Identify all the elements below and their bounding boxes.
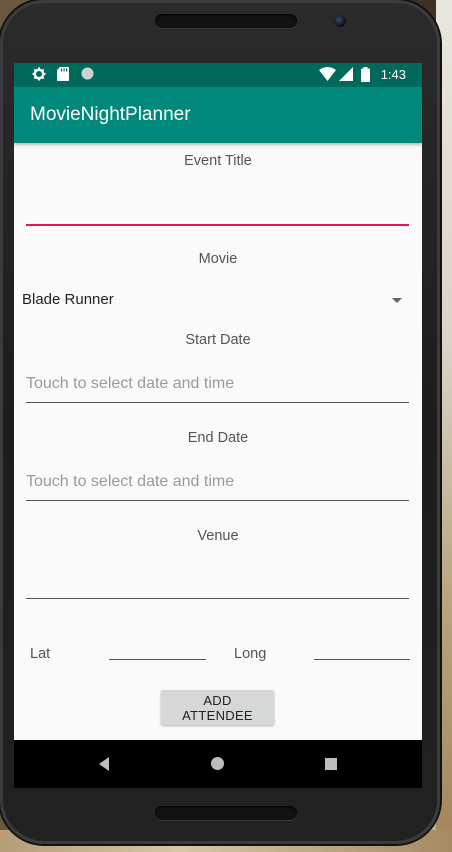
recents-icon[interactable] (325, 758, 337, 770)
lat-label: Lat (30, 646, 51, 662)
venue-input[interactable] (26, 562, 409, 599)
dropdown-arrow-icon (392, 298, 402, 303)
phone-frame: 1:43 MovieNightPlanner Event Title Movie… (0, 0, 440, 844)
end-date-label: End Date (187, 430, 249, 446)
circle-icon (81, 67, 94, 83)
wifi-icon (319, 67, 336, 84)
add-attendee-button[interactable]: ADD ATTENDEE (161, 690, 274, 725)
long-input[interactable] (314, 639, 410, 660)
start-date-label: Start Date (185, 332, 251, 348)
home-icon[interactable] (211, 757, 224, 770)
movie-label: Movie (198, 251, 238, 267)
event-form: Event Title Movie Blade Runner Start Dat… (14, 143, 422, 740)
venue-label: Venue (197, 528, 239, 544)
long-label: Long (234, 646, 267, 662)
lat-input[interactable] (109, 639, 206, 660)
back-icon[interactable] (99, 757, 109, 771)
battery-icon (361, 67, 370, 85)
signal-icon (339, 67, 353, 84)
top-speaker (155, 14, 297, 28)
event-title-label: Event Title (184, 153, 252, 169)
navigation-bar (14, 740, 422, 788)
device-screen: 1:43 MovieNightPlanner Event Title Movie… (14, 63, 422, 788)
app-bar: MovieNightPlanner (14, 87, 422, 143)
app-title: MovieNightPlanner (30, 104, 191, 125)
start-date-input[interactable] (26, 366, 409, 403)
sd-card-icon (57, 67, 69, 84)
event-title-input[interactable] (26, 188, 409, 226)
end-date-input[interactable] (26, 464, 409, 501)
status-time: 1:43 (380, 67, 406, 82)
settings-icon (32, 67, 46, 84)
status-bar: 1:43 (14, 63, 422, 87)
movie-selected-value: Blade Runner (22, 291, 114, 308)
bottom-speaker (155, 806, 297, 820)
movie-spinner[interactable]: Blade Runner (14, 285, 422, 315)
front-camera (334, 15, 346, 27)
